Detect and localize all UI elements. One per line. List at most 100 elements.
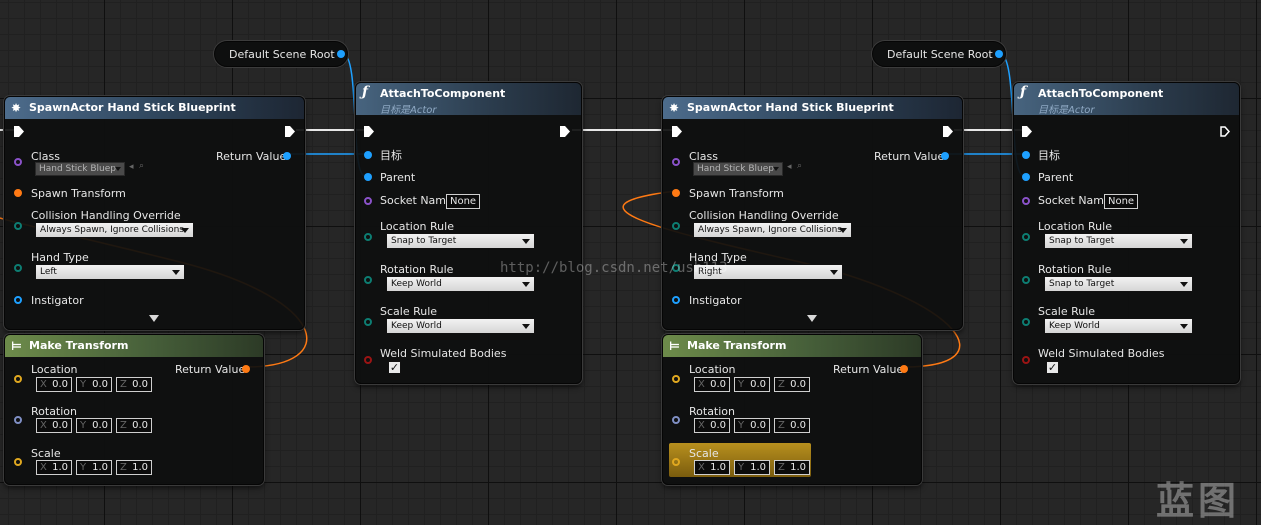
- variable-label: Default Scene Root: [229, 48, 335, 61]
- location-rule-label: Location Rule: [1038, 220, 1112, 233]
- exec-in-pin[interactable]: [1022, 126, 1032, 137]
- rotation-x-field[interactable]: X 0.0: [36, 418, 72, 433]
- make-transform-node-right[interactable]: ⊨ Make Transform Location X 0.0 Y 0.0 Z 0.0…: [662, 334, 922, 485]
- attach-to-component-node-right[interactable]: ƒ AttachToComponent 目标是Actor 目标 Parent S…: [1013, 82, 1240, 384]
- socket-name-input[interactable]: None: [1104, 194, 1138, 209]
- browse-icon[interactable]: ⌕: [797, 161, 802, 171]
- target-label: 目标: [380, 149, 402, 162]
- expand-arrow-icon[interactable]: [807, 315, 817, 322]
- make-transform-node-left[interactable]: ⊨ Make Transform Location X 0.0 Y 0.0 Z 0.0…: [4, 334, 264, 485]
- spawn-transform-pin[interactable]: [672, 189, 680, 197]
- spawn-actor-node-right[interactable]: ✸ SpawnActor Hand Stick Blueprint Class …: [662, 96, 963, 330]
- socket-name-input[interactable]: None: [446, 194, 480, 209]
- weld-checkbox[interactable]: ✓: [388, 361, 401, 374]
- rotation-z-field[interactable]: Z 0.0: [774, 418, 810, 433]
- class-pin[interactable]: [14, 158, 22, 166]
- rotation-y-field[interactable]: Y 0.0: [734, 418, 770, 433]
- exec-out-pin-unconnected[interactable]: [1220, 126, 1230, 137]
- attach-to-component-node-left[interactable]: ƒ AttachToComponent 目标是Actor 目标 Parent S…: [355, 82, 582, 384]
- rotation-pin[interactable]: [14, 416, 22, 424]
- exec-out-pin[interactable]: [285, 126, 295, 137]
- exec-in-pin[interactable]: [672, 126, 682, 137]
- location-x-field[interactable]: X 0.0: [36, 377, 72, 392]
- hand-type-pin[interactable]: [14, 264, 22, 272]
- location-pin[interactable]: [14, 375, 22, 383]
- exec-out-pin[interactable]: [560, 126, 570, 137]
- object-pin[interactable]: [995, 50, 1003, 58]
- location-z-field[interactable]: Z 0.0: [774, 377, 810, 392]
- scale-rule-label: Scale Rule: [1038, 305, 1096, 318]
- socket-name-pin[interactable]: [1022, 197, 1030, 205]
- target-pin[interactable]: [1022, 151, 1030, 159]
- class-dropdown[interactable]: Hand Stick Bluep: [693, 162, 783, 176]
- scale-y-field[interactable]: Y 1.0: [76, 460, 112, 475]
- location-y-field[interactable]: Y 0.0: [76, 377, 112, 392]
- weld-pin[interactable]: [364, 356, 372, 364]
- browse-icon[interactable]: ⌕: [139, 161, 144, 171]
- default-scene-root-node-2[interactable]: Default Scene Root: [872, 41, 1006, 67]
- instigator-pin[interactable]: [672, 296, 680, 304]
- rotation-x-field[interactable]: X 0.0: [694, 418, 730, 433]
- exec-in-pin[interactable]: [14, 126, 24, 137]
- scale-z-field[interactable]: Z 1.0: [116, 460, 152, 475]
- collision-dropdown[interactable]: Always Spawn, Ignore Collisions: [35, 222, 194, 238]
- location-z-field[interactable]: Z 0.0: [116, 377, 152, 392]
- socket-name-pin[interactable]: [364, 197, 372, 205]
- expand-arrow-icon[interactable]: [149, 315, 159, 322]
- parent-label: Parent: [380, 171, 416, 184]
- scale-y-field[interactable]: Y 1.0: [734, 460, 770, 475]
- scale-rule-dropdown[interactable]: Keep World: [1044, 318, 1193, 334]
- default-scene-root-node[interactable]: Default Scene Root: [214, 41, 348, 67]
- function-icon: ƒ: [362, 84, 369, 100]
- rotation-rule-pin[interactable]: [1022, 276, 1030, 284]
- collision-pin[interactable]: [672, 222, 680, 230]
- scale-x-field[interactable]: X 1.0: [694, 460, 730, 475]
- class-dropdown[interactable]: Hand Stick Bluep: [35, 162, 125, 176]
- rotation-z-field[interactable]: Z 0.0: [116, 418, 152, 433]
- exec-in-pin[interactable]: [364, 126, 374, 137]
- instigator-pin[interactable]: [14, 296, 22, 304]
- scale-pin[interactable]: [14, 458, 22, 466]
- scale-rule-pin[interactable]: [364, 318, 372, 326]
- return-value-pin[interactable]: [941, 152, 949, 160]
- class-pin[interactable]: [672, 158, 680, 166]
- weld-checkbox[interactable]: ✓: [1046, 361, 1059, 374]
- variable-label: Default Scene Root: [887, 48, 993, 61]
- use-selected-icon[interactable]: ◂: [787, 162, 792, 172]
- hand-type-dropdown[interactable]: Left: [35, 264, 185, 280]
- rotation-rule-pin[interactable]: [364, 276, 372, 284]
- socket-name-label: Socket Name: [380, 194, 453, 207]
- rotation-rule-dropdown[interactable]: Keep World: [386, 276, 535, 292]
- location-pin[interactable]: [672, 375, 680, 383]
- location-rule-label: Location Rule: [380, 220, 454, 233]
- collision-pin[interactable]: [14, 222, 22, 230]
- spawn-transform-pin[interactable]: [14, 189, 22, 197]
- scale-x-field[interactable]: X 1.0: [36, 460, 72, 475]
- spawn-actor-node-left[interactable]: ✸ SpawnActor Hand Stick Blueprint Class …: [4, 96, 305, 330]
- scale-rule-pin[interactable]: [1022, 318, 1030, 326]
- hand-type-label: Hand Type: [31, 251, 89, 264]
- location-rule-pin[interactable]: [1022, 233, 1030, 241]
- parent-pin[interactable]: [364, 173, 372, 181]
- rotation-y-field[interactable]: Y 0.0: [76, 418, 112, 433]
- return-value-pin[interactable]: [283, 152, 291, 160]
- exec-out-pin[interactable]: [943, 126, 953, 137]
- location-rule-pin[interactable]: [364, 233, 372, 241]
- rotation-rule-dropdown[interactable]: Snap to Target: [1044, 276, 1193, 292]
- location-rule-dropdown[interactable]: Snap to Target: [386, 233, 535, 249]
- location-rule-dropdown[interactable]: Snap to Target: [1044, 233, 1193, 249]
- target-pin[interactable]: [364, 151, 372, 159]
- object-pin[interactable]: [337, 50, 345, 58]
- use-selected-icon[interactable]: ◂: [129, 162, 134, 172]
- return-value-pin[interactable]: [242, 365, 250, 373]
- return-value-pin[interactable]: [900, 365, 908, 373]
- weld-pin[interactable]: [1022, 356, 1030, 364]
- location-x-field[interactable]: X 0.0: [694, 377, 730, 392]
- rotation-pin[interactable]: [672, 416, 680, 424]
- location-y-field[interactable]: Y 0.0: [734, 377, 770, 392]
- parent-pin[interactable]: [1022, 173, 1030, 181]
- scale-z-field[interactable]: Z 1.0: [774, 460, 810, 475]
- scale-rule-dropdown[interactable]: Keep World: [386, 318, 535, 334]
- scale-pin[interactable]: [672, 458, 680, 466]
- collision-dropdown[interactable]: Always Spawn, Ignore Collisions: [693, 222, 852, 238]
